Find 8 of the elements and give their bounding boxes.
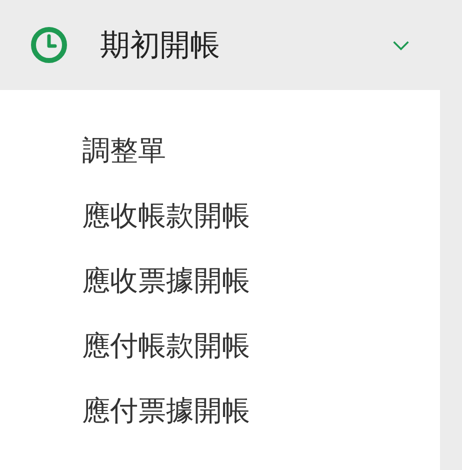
menu-group-title: 期初開帳 <box>100 26 220 64</box>
submenu-item[interactable]: 應收票據開帳 <box>82 248 250 313</box>
submenu-item[interactable]: 應收帳款開帳 <box>82 183 250 248</box>
submenu-item[interactable]: 應付票據開帳 <box>82 378 250 443</box>
submenu-item[interactable]: 調整單 <box>82 118 166 183</box>
clock-icon <box>30 26 68 64</box>
submenu-item[interactable]: 應付帳款開帳 <box>82 313 250 378</box>
chevron-icon <box>392 40 410 50</box>
